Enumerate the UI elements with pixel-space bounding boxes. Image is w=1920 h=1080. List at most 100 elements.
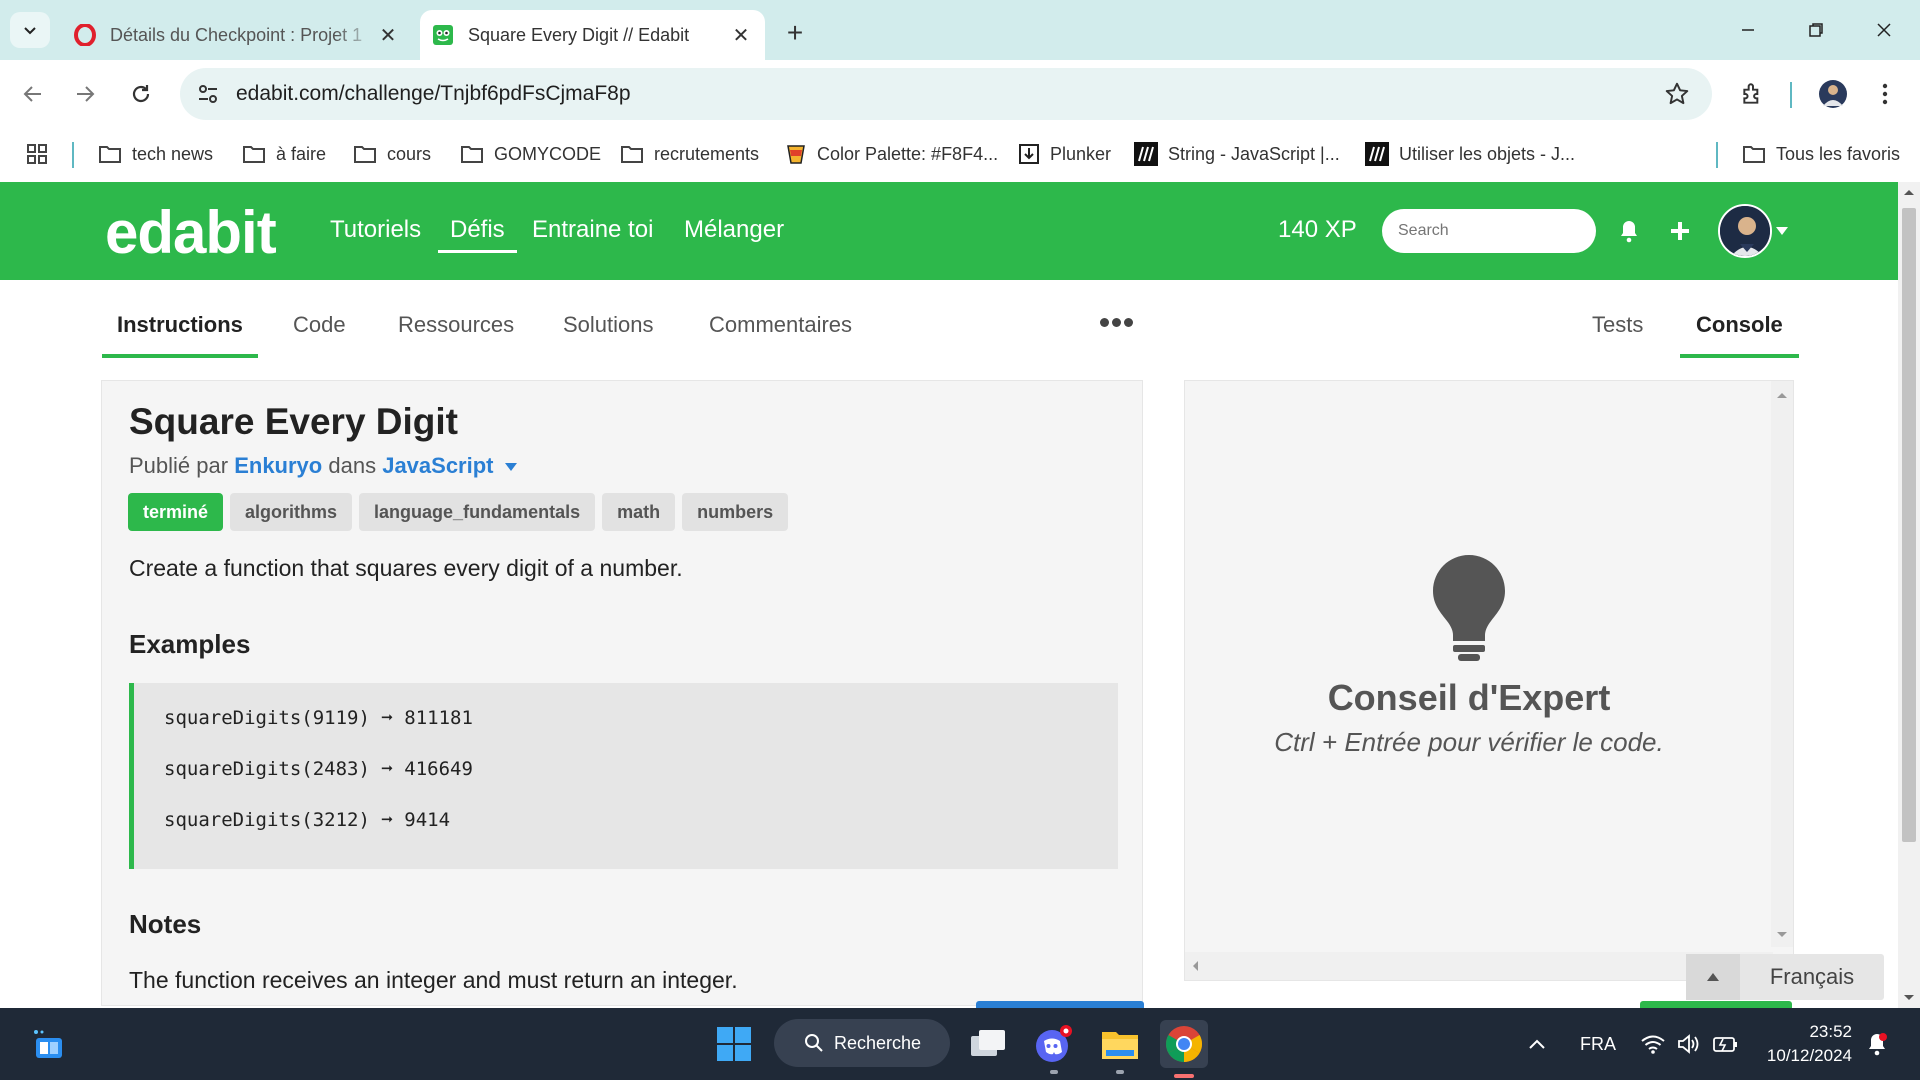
- bookmark-gomycode[interactable]: GOMYCODE: [460, 138, 601, 170]
- browser-tab-checkpoint[interactable]: Détails du Checkpoint : Projet 1 ✕: [62, 10, 412, 60]
- restore-icon[interactable]: [1796, 14, 1836, 46]
- file-explorer-icon[interactable]: [1096, 1020, 1144, 1068]
- close-tab-icon[interactable]: ✕: [729, 23, 753, 47]
- plus-icon[interactable]: [1665, 216, 1695, 246]
- back-icon[interactable]: [14, 75, 52, 113]
- folder-icon: [460, 144, 484, 164]
- extensions-icon[interactable]: [1734, 75, 1772, 113]
- challenge-description: Create a function that squares every dig…: [129, 555, 683, 581]
- console-horizontal-scrollbar[interactable]: [1185, 952, 1773, 980]
- close-window-icon[interactable]: [1864, 14, 1904, 46]
- bell-icon[interactable]: [1614, 216, 1644, 246]
- bookmark-a-faire[interactable]: à faire: [242, 138, 326, 170]
- nav-entraine-toi[interactable]: Entraine toi: [532, 216, 653, 244]
- bookmark-utiliser-les-objets[interactable]: Utiliser les objets - J...: [1365, 138, 1575, 170]
- discord-icon[interactable]: [1030, 1020, 1078, 1068]
- reload-icon[interactable]: [122, 75, 160, 113]
- folder-icon: [98, 144, 122, 164]
- tag-language-fundamentals[interactable]: language_fundamentals: [359, 493, 596, 531]
- close-tab-icon[interactable]: ✕: [376, 23, 400, 47]
- tab-console[interactable]: Console: [1680, 312, 1799, 358]
- wifi-icon[interactable]: [1640, 1008, 1666, 1080]
- scrollbar-thumb[interactable]: [1902, 208, 1916, 842]
- nav-tutoriels[interactable]: Tutoriels: [330, 216, 421, 244]
- challenge-title: Square Every Digit: [129, 401, 459, 442]
- tag-list: terminé algorithms language_fundamentals…: [128, 493, 789, 531]
- site-settings-icon[interactable]: [196, 82, 220, 106]
- page-scrollbar[interactable]: [1898, 182, 1920, 1008]
- mdn-icon: [1134, 142, 1158, 166]
- browser-toolbar: edabit.com/challenge/Tnjbf6pdFsCjmaF8p: [0, 60, 1920, 128]
- widgets-icon[interactable]: [24, 1020, 72, 1068]
- bookmark-string-javascript[interactable]: String - JavaScript |...: [1134, 138, 1340, 170]
- user-avatar[interactable]: [1718, 204, 1772, 258]
- chevron-up-icon[interactable]: [1528, 1008, 1546, 1080]
- language-selector[interactable]: Français: [1686, 954, 1884, 1000]
- caret-down-icon[interactable]: [504, 462, 518, 472]
- more-options-icon[interactable]: [1100, 318, 1133, 327]
- tag-completed[interactable]: terminé: [128, 493, 224, 531]
- new-tab-button[interactable]: +: [780, 17, 810, 49]
- browser-menu-icon[interactable]: [1866, 75, 1904, 113]
- bookmark-cours[interactable]: cours: [353, 138, 431, 170]
- tag-math[interactable]: math: [602, 493, 676, 531]
- tag-numbers[interactable]: numbers: [682, 493, 789, 531]
- language-link[interactable]: JavaScript: [382, 453, 493, 478]
- system-clock[interactable]: 23:52 10/12/2024: [1760, 1020, 1852, 1068]
- language-label: Français: [1769, 964, 1855, 989]
- bookmark-tech-news[interactable]: tech news: [98, 138, 213, 170]
- expert-tip-title: Conseil d'Expert: [1327, 677, 1611, 718]
- address-bar[interactable]: edabit.com/challenge/Tnjbf6pdFsCjmaF8p: [180, 68, 1712, 120]
- apps-grid-icon[interactable]: [26, 138, 48, 170]
- tab-search-button[interactable]: [10, 12, 50, 48]
- forward-icon[interactable]: [66, 75, 104, 113]
- console-vertical-scrollbar[interactable]: [1771, 381, 1793, 947]
- bookmark-color-palette[interactable]: Color Palette: #F8F4...: [785, 138, 998, 170]
- battery-icon[interactable]: [1712, 1008, 1740, 1080]
- tab-commentaires[interactable]: Commentaires: [709, 312, 852, 354]
- bookmark-recrutements[interactable]: recrutements: [620, 138, 759, 170]
- site-search-input[interactable]: [1382, 209, 1596, 253]
- input-language[interactable]: FRA: [1580, 1008, 1616, 1080]
- nav-melanger[interactable]: Mélanger: [684, 216, 784, 244]
- taskbar-search[interactable]: Recherche: [774, 1019, 950, 1067]
- mdn-icon: [1365, 142, 1389, 166]
- task-view-icon[interactable]: [964, 1020, 1012, 1068]
- partial-button[interactable]: [1640, 1001, 1792, 1008]
- folder-icon: [353, 144, 377, 164]
- tab-ressources[interactable]: Ressources: [398, 312, 514, 354]
- minimize-icon[interactable]: [1728, 14, 1768, 46]
- notes-heading: Notes: [129, 909, 202, 939]
- bookmark-label: String - JavaScript |...: [1168, 143, 1340, 164]
- partial-button[interactable]: [976, 1001, 1144, 1008]
- edabit-logo[interactable]: edabit: [105, 198, 277, 267]
- browser-tab-edabit[interactable]: Square Every Digit // Edabit ✕: [420, 10, 765, 60]
- notification-bell-icon[interactable]: [1866, 1008, 1888, 1080]
- author-link[interactable]: Enkuryo: [234, 453, 322, 478]
- bookmark-star-icon[interactable]: [1664, 81, 1690, 107]
- bookmark-plunker[interactable]: Plunker: [1018, 138, 1111, 170]
- chrome-icon[interactable]: [1160, 1020, 1208, 1068]
- caret-down-icon[interactable]: [1772, 216, 1792, 246]
- tab-tests[interactable]: Tests: [1592, 312, 1643, 354]
- xp-counter: 140 XP: [1278, 216, 1357, 243]
- challenge-byline: Publié par Enkuryo dans JavaScript: [129, 453, 518, 479]
- tag-algorithms[interactable]: algorithms: [230, 493, 353, 531]
- all-bookmarks-label: Tous les favoris: [1776, 143, 1901, 164]
- tab-code[interactable]: Code: [293, 312, 346, 354]
- bookmark-label: recrutements: [654, 143, 760, 164]
- notes-text: The function receives an integer and mus…: [129, 967, 738, 993]
- windows-start-icon[interactable]: [710, 1020, 758, 1068]
- tab-solutions[interactable]: Solutions: [563, 312, 654, 354]
- profile-avatar[interactable]: [1814, 75, 1852, 113]
- clock-date: 10/12/2024: [1766, 1046, 1852, 1065]
- bookmark-label: cours: [387, 143, 432, 164]
- volume-icon[interactable]: [1676, 1008, 1700, 1080]
- download-icon: [1018, 143, 1040, 165]
- all-bookmarks[interactable]: Tous les favoris: [1742, 138, 1900, 170]
- examples-heading: Examples: [129, 629, 251, 659]
- bookmark-label: Color Palette: #F8F4...: [817, 143, 999, 164]
- nav-defis[interactable]: Défis: [438, 216, 517, 253]
- site-header: edabit Tutoriels Défis Entraine toi Méla…: [0, 182, 1898, 280]
- tab-instructions[interactable]: Instructions: [102, 312, 258, 358]
